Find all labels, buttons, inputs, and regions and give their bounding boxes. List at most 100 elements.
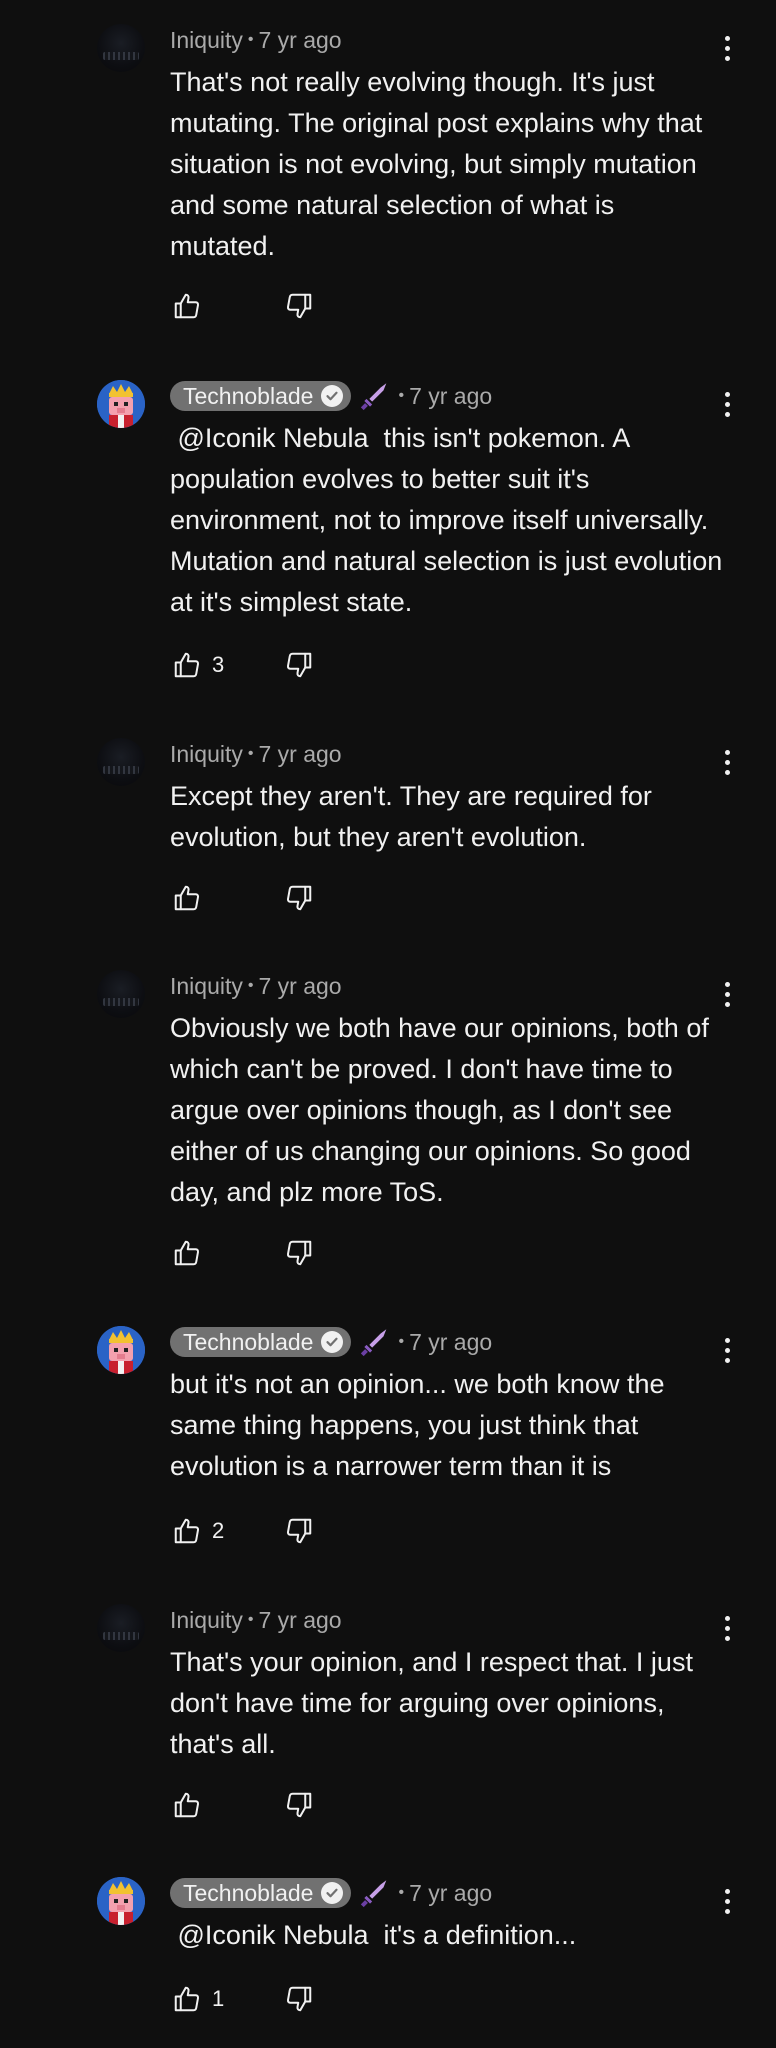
like-group [170,289,282,323]
more-options-button[interactable] [713,1330,741,1370]
like-button[interactable] [170,1236,204,1270]
more-vert-icon [724,981,730,987]
timestamp[interactable]: 7 yr ago [409,1880,492,1907]
more-options-button[interactable] [713,384,741,424]
sword-badge-icon [357,1324,393,1360]
thumbs-down-icon [286,1792,312,1818]
timestamp[interactable]: 7 yr ago [258,741,341,768]
like-group: 3 [170,648,282,682]
thumbs-down-icon [286,885,312,911]
comment-actions: 1 [170,1982,316,2016]
verified-check-icon [321,385,344,407]
separator-dot: • [398,1884,405,1901]
comment-text: That's not really evolving though. It's … [170,67,710,261]
thumbs-up-icon [174,293,200,319]
like-group [170,1236,282,1270]
dislike-button[interactable] [282,1982,316,2016]
avatar[interactable] [97,380,145,428]
avatar[interactable] [97,970,145,1018]
comment-actions [170,289,316,323]
pig-avatar-icon [97,1877,145,1925]
comment-meta: Technoblade • 7 yr ago [170,1875,492,1911]
timestamp[interactable]: 7 yr ago [409,383,492,410]
like-count: 3 [212,652,225,677]
author-name[interactable]: Iniquity [170,27,243,54]
dislike-button[interactable] [282,881,316,915]
separator-dot: • [247,31,254,48]
sword-badge-icon [357,1875,393,1911]
avatar[interactable] [97,24,145,72]
timestamp[interactable]: 7 yr ago [258,973,341,1000]
author-pill[interactable]: Technoblade [170,381,352,411]
comment-actions [170,881,316,915]
timestamp[interactable]: 7 yr ago [409,1329,492,1356]
avatar[interactable] [97,1326,145,1374]
more-options-button[interactable] [713,1881,741,1921]
separator-dot: • [398,387,405,404]
more-vert-icon [724,391,730,397]
like-count: 1 [212,1986,225,2011]
thumbs-up-icon [174,1986,200,2012]
like-button[interactable] [170,648,204,682]
thumbs-up-icon [174,1792,200,1818]
author-name[interactable]: Iniquity [170,973,243,1000]
timestamp[interactable]: 7 yr ago [258,27,341,54]
verified-check-icon [321,1882,344,1904]
more-options-button[interactable] [713,974,741,1014]
thumbs-down-icon [286,1986,312,2012]
avatar[interactable] [97,1604,145,1652]
comment-actions [170,1788,316,1822]
like-button[interactable] [170,1514,204,1548]
author-name: Technoblade [183,1879,314,1906]
comment-text: but it's not an opinion... we both know … [170,1369,672,1481]
more-options-button[interactable] [713,1608,741,1648]
like-button[interactable] [170,1788,204,1822]
like-group [170,881,282,915]
comment-meta: Iniquity • 7 yr ago [170,1602,342,1638]
like-button[interactable] [170,881,204,915]
author-name: Technoblade [183,382,314,409]
like-count: 2 [212,1518,225,1543]
thumbs-down-icon [286,652,312,678]
pig-avatar-icon [97,380,145,428]
avatar[interactable] [97,1877,145,1925]
thumbs-down-icon [286,1518,312,1544]
dislike-button[interactable] [282,648,316,682]
avatar[interactable] [97,738,145,786]
more-options-button[interactable] [713,742,741,782]
more-vert-icon [724,1337,730,1343]
dislike-button[interactable] [282,1788,316,1822]
like-button[interactable] [170,1982,204,2016]
thumbs-up-icon [174,885,200,911]
author-pill[interactable]: Technoblade [170,1327,352,1357]
more-vert-icon [724,35,730,41]
thumbs-up-icon [174,1518,200,1544]
comment-meta: Iniquity • 7 yr ago [170,968,342,1004]
author-name[interactable]: Iniquity [170,741,243,768]
sword-badge-icon [357,378,393,414]
comment-text: Obviously we both have our opinions, bot… [170,1013,717,1207]
like-group: 2 [170,1514,282,1548]
like-group [170,1788,282,1822]
separator-dot: • [247,1611,254,1628]
comment-meta: Technoblade • 7 yr ago [170,1324,492,1360]
dislike-button[interactable] [282,1236,316,1270]
separator-dot: • [398,1333,405,1350]
comment-text: That's your opinion, and I respect that.… [170,1647,701,1759]
author-pill[interactable]: Technoblade [170,1878,352,1908]
dislike-button[interactable] [282,1514,316,1548]
comment-text: Except they aren't. They are required fo… [170,781,660,852]
comment-actions: 3 [170,648,316,682]
more-vert-icon [724,1888,730,1894]
pig-avatar-icon [97,1326,145,1374]
comment-text: @Iconik Nebula it's a definition... [170,1920,577,1950]
comment-meta: Iniquity • 7 yr ago [170,736,342,772]
more-options-button[interactable] [713,28,741,68]
author-name[interactable]: Iniquity [170,1607,243,1634]
thumbs-down-icon [286,293,312,319]
timestamp[interactable]: 7 yr ago [258,1607,341,1634]
dislike-button[interactable] [282,289,316,323]
more-vert-icon [724,1615,730,1621]
comment-meta: Iniquity • 7 yr ago [170,22,342,58]
like-button[interactable] [170,289,204,323]
